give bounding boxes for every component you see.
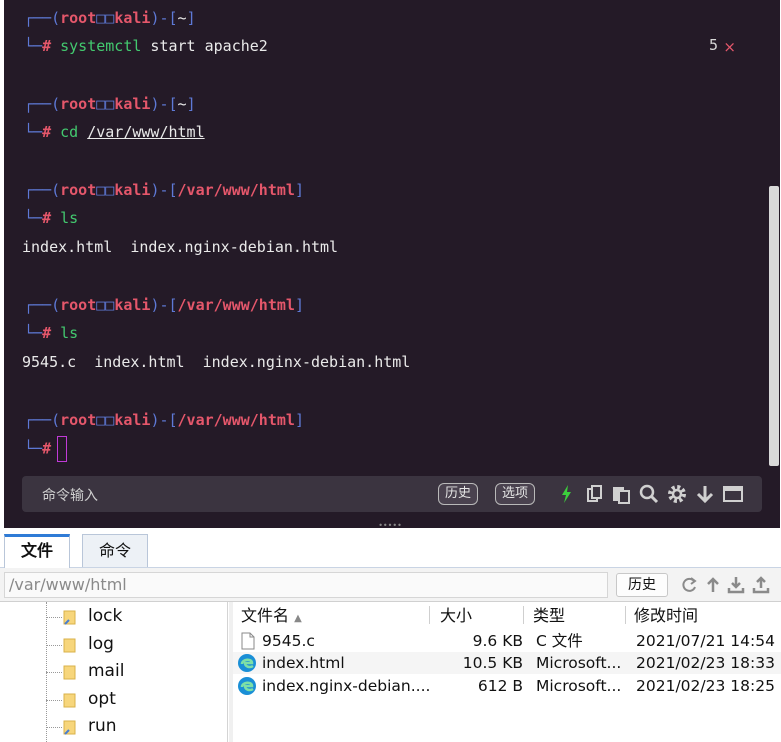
folder-link-icon [63, 720, 76, 735]
tree-item-lock[interactable]: lock [0, 604, 227, 630]
column-header-type[interactable]: 类型 [533, 602, 565, 628]
command-input-bar[interactable]: 命令输入 历史 选项 [22, 476, 762, 512]
command-line: └─# [24, 436, 68, 462]
path-history-button[interactable]: 历史 [616, 573, 668, 597]
path-bar: /var/www/html 历史 [0, 568, 781, 602]
folder-icon [63, 665, 76, 680]
edge-icon [238, 654, 256, 672]
tab-bar: 文件 命令 [0, 528, 781, 569]
edge-icon [238, 677, 256, 695]
prompt-line: ┌──(root□□kali)-[~] [24, 9, 196, 27]
tree-item-log[interactable]: log [0, 632, 227, 658]
download-icon[interactable] [726, 575, 746, 595]
command-line: └─# cd /var/www/html [24, 123, 205, 141]
text-cursor [57, 436, 68, 462]
command-line: └─# systemctl start apache2 [24, 37, 268, 55]
tree-item-mail[interactable]: mail [0, 659, 227, 685]
directory-tree: lock log mail opt run [0, 602, 228, 742]
sort-ascending-icon: ▲ [294, 613, 302, 624]
tab-commands[interactable]: 命令 [82, 534, 149, 567]
terminal-panel[interactable]: ┌──(root□□kali)-[~] └─# systemctl start … [4, 0, 780, 528]
file-row[interactable]: index.html 10.5 KB Microsoft... 2021/02/… [233, 652, 781, 674]
options-button[interactable]: 选项 [495, 483, 536, 505]
prompt-line: ┌──(root□□kali)-[/var/www/html] [24, 296, 304, 314]
prompt-line: ┌──(root□□kali)-[/var/www/html] [24, 181, 304, 199]
tree-item-opt[interactable]: opt [0, 687, 227, 713]
upload-icon[interactable] [751, 575, 771, 595]
history-button[interactable]: 历史 [438, 483, 479, 505]
gear-icon[interactable] [666, 483, 688, 505]
up-directory-icon[interactable] [703, 575, 723, 595]
path-input[interactable]: /var/www/html [4, 572, 608, 598]
tab-files[interactable]: 文件 [4, 534, 71, 569]
lightning-icon[interactable] [556, 483, 578, 505]
file-list: 文件名 ▲ 大小 类型 修改时间 9545.c 9.6 KB C 文件 2021… [233, 602, 781, 742]
error-mark-icon: × [723, 38, 736, 56]
command-output: index.html index.nginx-debian.html [22, 238, 339, 256]
command-line: └─# ls [24, 209, 79, 227]
file-row[interactable]: index.nginx-debian.... 612 B Microsoft..… [233, 675, 781, 697]
search-icon[interactable] [638, 483, 660, 505]
prompt-line: ┌──(root□□kali)-[~] [24, 95, 196, 113]
window-icon[interactable] [722, 483, 744, 505]
c-file-icon [241, 632, 255, 650]
file-row[interactable]: 9545.c 9.6 KB C 文件 2021/07/21 14:54 [233, 630, 781, 652]
tree-item-run[interactable]: run [0, 714, 227, 740]
refresh-icon[interactable] [679, 575, 699, 595]
exit-code: 5 [708, 36, 718, 54]
arrow-down-icon[interactable] [694, 483, 716, 505]
command-line: └─# ls [24, 324, 79, 342]
terminal-scrollbar[interactable] [769, 186, 779, 466]
column-header-name[interactable]: 文件名 ▲ [241, 602, 302, 628]
paste-icon[interactable] [610, 483, 632, 505]
column-header-size[interactable]: 大小 [440, 602, 472, 628]
folder-link-icon [63, 610, 76, 625]
copy-icon[interactable] [584, 483, 606, 505]
column-header-modified[interactable]: 修改时间 [634, 602, 698, 628]
command-input[interactable]: 命令输入 [42, 485, 98, 505]
folder-icon [63, 638, 76, 653]
command-output: 9545.c index.html index.nginx-debian.htm… [22, 353, 411, 371]
prompt-line: ┌──(root□□kali)-[/var/www/html] [24, 411, 304, 429]
folder-icon [63, 693, 76, 708]
